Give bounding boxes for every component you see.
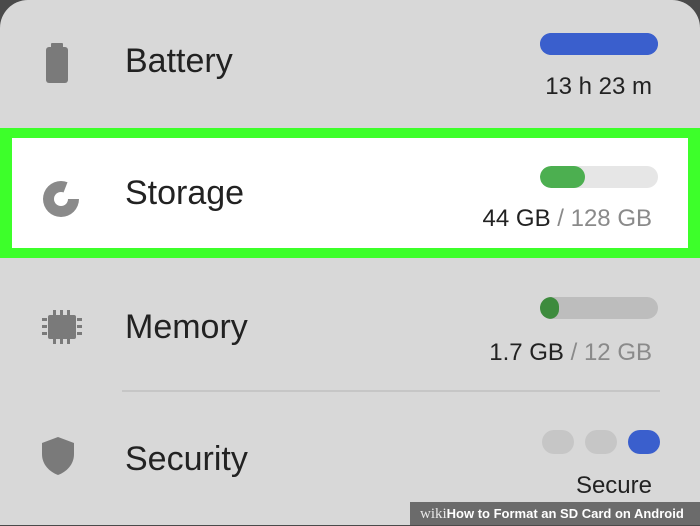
- battery-bar-fill: [540, 33, 658, 55]
- security-status-dots: [542, 430, 660, 454]
- battery-row[interactable]: Battery 13 h 23 m: [0, 0, 700, 128]
- memory-used: 1.7 GB: [489, 339, 564, 366]
- device-care-panel: Battery 13 h 23 m Storage 44 GB / 128 GB: [0, 0, 700, 525]
- memory-total: / 12 GB: [570, 339, 652, 366]
- memory-usage: 1.7 GB / 12 GB: [489, 339, 652, 367]
- security-row[interactable]: Security Secure: [0, 392, 700, 502]
- memory-label: Memory: [125, 308, 248, 346]
- storage-used: 44 GB: [482, 205, 551, 232]
- storage-bar-fill: [540, 166, 585, 188]
- security-dot-1: [542, 430, 574, 454]
- battery-bar: [540, 33, 658, 55]
- memory-chip-icon: [42, 310, 82, 349]
- storage-usage: 44 GB / 128 GB: [483, 205, 652, 233]
- memory-bar: [540, 297, 658, 319]
- memory-bar-fill: [540, 297, 559, 319]
- watermark-brand: wiki: [420, 506, 447, 522]
- storage-pie-icon: [42, 180, 81, 223]
- storage-total: / 128 GB: [557, 205, 652, 232]
- security-dot-3: [628, 430, 660, 454]
- battery-label: Battery: [125, 42, 233, 80]
- watermark-banner: wikiHow to Format an SD Card on Android: [410, 502, 700, 525]
- battery-icon: [42, 43, 72, 88]
- shield-icon: [42, 437, 74, 480]
- security-dot-2: [585, 430, 617, 454]
- security-label: Security: [125, 440, 248, 478]
- storage-row[interactable]: Storage 44 GB / 128 GB: [12, 138, 688, 248]
- storage-row-highlight: Storage 44 GB / 128 GB: [0, 128, 700, 258]
- battery-time-remaining: 13 h 23 m: [545, 73, 652, 100]
- storage-label: Storage: [125, 174, 245, 212]
- watermark-title: How to Format an SD Card on Android: [446, 506, 684, 521]
- storage-bar: [540, 166, 658, 188]
- security-status: Secure: [575, 472, 652, 499]
- memory-row[interactable]: Memory 1.7 GB / 12 GB: [0, 258, 700, 390]
